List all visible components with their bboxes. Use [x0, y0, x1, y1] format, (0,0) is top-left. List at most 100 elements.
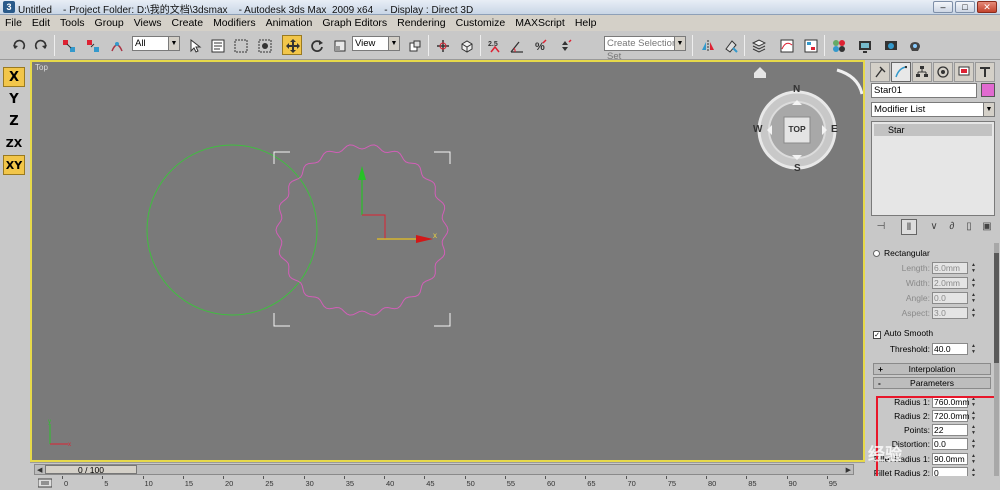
- prev-frame-icon[interactable]: ◀: [37, 466, 42, 474]
- pivot-center-icon[interactable]: [404, 35, 424, 55]
- menu-group[interactable]: Group: [90, 15, 129, 31]
- modifier-stack-item[interactable]: Star: [874, 124, 992, 136]
- menu-graph-editors[interactable]: Graph Editors: [317, 15, 392, 31]
- object-color-swatch[interactable]: [981, 83, 995, 97]
- axis-zx-button[interactable]: ZX: [3, 133, 25, 153]
- close-button[interactable]: ✕: [977, 1, 997, 13]
- modifier-list-dropdown[interactable]: Modifier List ▼: [871, 102, 995, 117]
- menu-views[interactable]: Views: [129, 15, 167, 31]
- track-bar-ruler[interactable]: 0 5 10 15 20 25 30 35 40 45 50 55 60 65 70 75 80 85 90 95: [62, 476, 867, 490]
- undo-icon[interactable]: [8, 35, 28, 55]
- select-by-name-icon[interactable]: [207, 35, 227, 55]
- bind-spacewarp-icon[interactable]: [106, 35, 126, 55]
- configure-sets-icon[interactable]: ▣: [979, 219, 995, 235]
- material-editor-icon[interactable]: [828, 35, 848, 55]
- move-icon[interactable]: [282, 35, 302, 55]
- select-link-icon[interactable]: [58, 35, 78, 55]
- motion-tab[interactable]: [933, 62, 953, 82]
- time-slider-thumb[interactable]: 0 / 100: [45, 465, 137, 474]
- create-tab[interactable]: [870, 62, 890, 82]
- circle-shape[interactable]: [146, 144, 318, 316]
- width-input[interactable]: 2.0mm: [932, 277, 968, 289]
- top-viewport[interactable]: Top x y x TOP N S E W: [30, 60, 865, 462]
- parameters-rollout[interactable]: - Parameters: [873, 377, 991, 389]
- utilities-tab[interactable]: [975, 62, 995, 82]
- orbit-arrow-icon[interactable]: [836, 68, 863, 95]
- interpolation-rollout[interactable]: + Interpolation: [873, 363, 991, 375]
- menu-tools[interactable]: Tools: [55, 15, 90, 31]
- length-input[interactable]: 6.0mm: [932, 262, 968, 274]
- viewcube-top-label[interactable]: TOP: [783, 124, 811, 134]
- move-gizmo[interactable]: x: [358, 166, 437, 243]
- reference-coord-dropdown[interactable]: View ▼: [352, 36, 400, 51]
- angle-input[interactable]: 0.0: [932, 292, 968, 304]
- angle-snap-icon[interactable]: [506, 35, 526, 55]
- select-object-icon[interactable]: [184, 35, 204, 55]
- menu-animation[interactable]: Animation: [261, 15, 318, 31]
- window-crossing-icon[interactable]: [254, 35, 274, 55]
- menu-create[interactable]: Create: [167, 15, 209, 31]
- keyboard-shortcut-icon[interactable]: [456, 35, 476, 55]
- track-bar-menu-icon[interactable]: [38, 478, 52, 488]
- spinner-snap-icon[interactable]: [554, 35, 574, 55]
- percent-snap-icon[interactable]: %: [530, 35, 550, 55]
- make-unique-icon[interactable]: ∨: [926, 219, 942, 235]
- menu-rendering[interactable]: Rendering: [392, 15, 450, 31]
- scrollbar-thumb[interactable]: [994, 253, 999, 363]
- next-frame-icon[interactable]: ▶: [846, 466, 851, 474]
- pin-stack-icon[interactable]: ⊣: [873, 219, 889, 235]
- object-name-field[interactable]: Star01: [871, 83, 977, 98]
- quick-render-icon[interactable]: [904, 35, 924, 55]
- spinner-icon[interactable]: ▲▼: [970, 262, 977, 274]
- selection-filter-dropdown[interactable]: All ▼: [132, 36, 180, 51]
- spinner-icon[interactable]: ▲▼: [970, 343, 977, 355]
- trash-icon[interactable]: ▯: [961, 219, 977, 235]
- manipulate-icon[interactable]: [432, 35, 452, 55]
- spinner-icon[interactable]: ▲▼: [970, 307, 977, 319]
- rectangular-radio[interactable]: Rectangular: [873, 248, 991, 260]
- aspect-input[interactable]: 3.0: [932, 307, 968, 319]
- rendered-frame-icon[interactable]: [880, 35, 900, 55]
- axis-y-button[interactable]: Y: [3, 89, 25, 109]
- axis-x-button[interactable]: X: [3, 67, 25, 87]
- track-bar[interactable]: 0 5 10 15 20 25 30 35 40 45 50 55 60 65 70 75 80 85 90 95: [0, 476, 1000, 490]
- spinner-icon[interactable]: ▲▼: [970, 292, 977, 304]
- menu-file[interactable]: File: [0, 15, 27, 31]
- ruler-tick-label: 0: [64, 479, 69, 488]
- axis-z-button[interactable]: Z: [3, 111, 25, 131]
- display-tab[interactable]: [954, 62, 974, 82]
- threshold-input[interactable]: 40.0: [932, 343, 968, 355]
- rotate-icon[interactable]: [306, 35, 326, 55]
- layer-manager-icon[interactable]: [748, 35, 768, 55]
- menu-customize[interactable]: Customize: [451, 15, 511, 31]
- time-slider[interactable]: ◀ 0 / 100 ▶: [34, 464, 854, 475]
- auto-smooth-checkbox[interactable]: ✓ Auto Smooth: [873, 328, 991, 340]
- viewport-canvas[interactable]: x y x: [32, 62, 863, 460]
- show-end-result-icon[interactable]: Ⅱ: [901, 219, 917, 235]
- redo-icon[interactable]: [30, 35, 50, 55]
- schematic-view-icon[interactable]: [800, 35, 820, 55]
- command-panel-scrollbar[interactable]: [994, 243, 999, 490]
- hierarchy-tab[interactable]: [912, 62, 932, 82]
- mirror-icon[interactable]: [697, 35, 717, 55]
- app-icon[interactable]: 3: [3, 1, 15, 13]
- align-icon[interactable]: [720, 35, 740, 55]
- named-selection-set-input[interactable]: Create Selection Set ▼: [604, 36, 686, 62]
- minimize-button[interactable]: –: [933, 1, 953, 13]
- axis-xy-button[interactable]: XY: [3, 155, 25, 175]
- menu-help[interactable]: Help: [570, 15, 602, 31]
- rect-region-icon[interactable]: [230, 35, 250, 55]
- menu-maxscript[interactable]: MAXScript: [510, 15, 570, 31]
- spinner-icon[interactable]: ▲▼: [970, 277, 977, 289]
- menu-edit[interactable]: Edit: [27, 15, 55, 31]
- snap-3d-icon[interactable]: 2.5: [484, 35, 504, 55]
- maximize-button[interactable]: □: [955, 1, 975, 13]
- scale-icon[interactable]: [329, 35, 349, 55]
- render-setup-icon[interactable]: [854, 35, 874, 55]
- modify-tab[interactable]: [891, 62, 911, 82]
- remove-modifier-icon[interactable]: ∂: [944, 219, 960, 235]
- curve-editor-icon[interactable]: [776, 35, 796, 55]
- unlink-icon[interactable]: [82, 35, 102, 55]
- home-icon[interactable]: [754, 67, 766, 78]
- menu-modifiers[interactable]: Modifiers: [208, 15, 261, 31]
